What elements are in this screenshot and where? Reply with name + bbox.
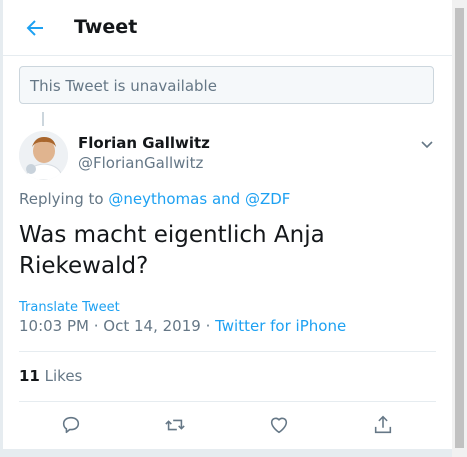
meta-separator: ·	[88, 317, 104, 335]
share-button[interactable]	[372, 414, 394, 436]
bottom-edge	[0, 449, 452, 457]
tweet-source[interactable]: Twitter for iPhone	[215, 317, 346, 335]
arrow-left-icon	[26, 20, 43, 36]
tweet-time[interactable]: 10:03 PM	[19, 317, 89, 335]
likes-label: Likes	[44, 367, 83, 385]
retweet-icon	[165, 419, 185, 431]
likes-count[interactable]: 11 Likes	[19, 367, 82, 385]
author-name[interactable]: Florian Gallwitz	[78, 134, 210, 152]
avatar[interactable]	[19, 131, 68, 180]
reply-conjunction: and	[211, 190, 241, 208]
like-button[interactable]	[268, 414, 290, 436]
tweet-date[interactable]: Oct 14, 2019	[103, 317, 201, 335]
reply-button[interactable]	[60, 414, 82, 436]
share-icon	[374, 415, 392, 434]
author-handle[interactable]: @FlorianGallwitz	[78, 154, 203, 172]
replying-to: Replying to @neythomas and @ZDF	[19, 190, 290, 208]
reply-mention-1[interactable]: @neythomas	[108, 190, 207, 208]
likes-number: 11	[19, 367, 40, 385]
heart-icon	[270, 417, 288, 434]
action-bar	[3, 402, 452, 449]
more-options-button[interactable]	[419, 136, 435, 152]
thread-line	[42, 112, 44, 126]
page-title: Tweet	[74, 16, 138, 38]
translate-tweet-link[interactable]: Translate Tweet	[19, 300, 120, 315]
chevron-down-icon	[421, 141, 433, 149]
user-avatar-icon	[19, 131, 68, 180]
header: Tweet	[3, 0, 452, 56]
scrollbar[interactable]	[452, 0, 467, 457]
retweet-button[interactable]	[164, 414, 186, 436]
back-button[interactable]	[23, 16, 47, 40]
tweet-panel: Tweet This Tweet is unavailable Florian …	[3, 0, 453, 449]
reply-mention-2[interactable]: @ZDF	[245, 190, 290, 208]
scrollbar-thumb[interactable]	[455, 8, 464, 448]
tweet-meta: 10:03 PM · Oct 14, 2019 · Twitter for iP…	[19, 317, 346, 335]
reply-icon	[62, 416, 80, 434]
meta-separator: ·	[200, 317, 216, 335]
unavailable-tweet-notice: This Tweet is unavailable	[19, 66, 434, 104]
divider	[19, 351, 436, 352]
replying-prefix: Replying to	[19, 190, 104, 208]
tweet-text: Was macht eigentlich Anja Riekewald?	[19, 222, 325, 279]
